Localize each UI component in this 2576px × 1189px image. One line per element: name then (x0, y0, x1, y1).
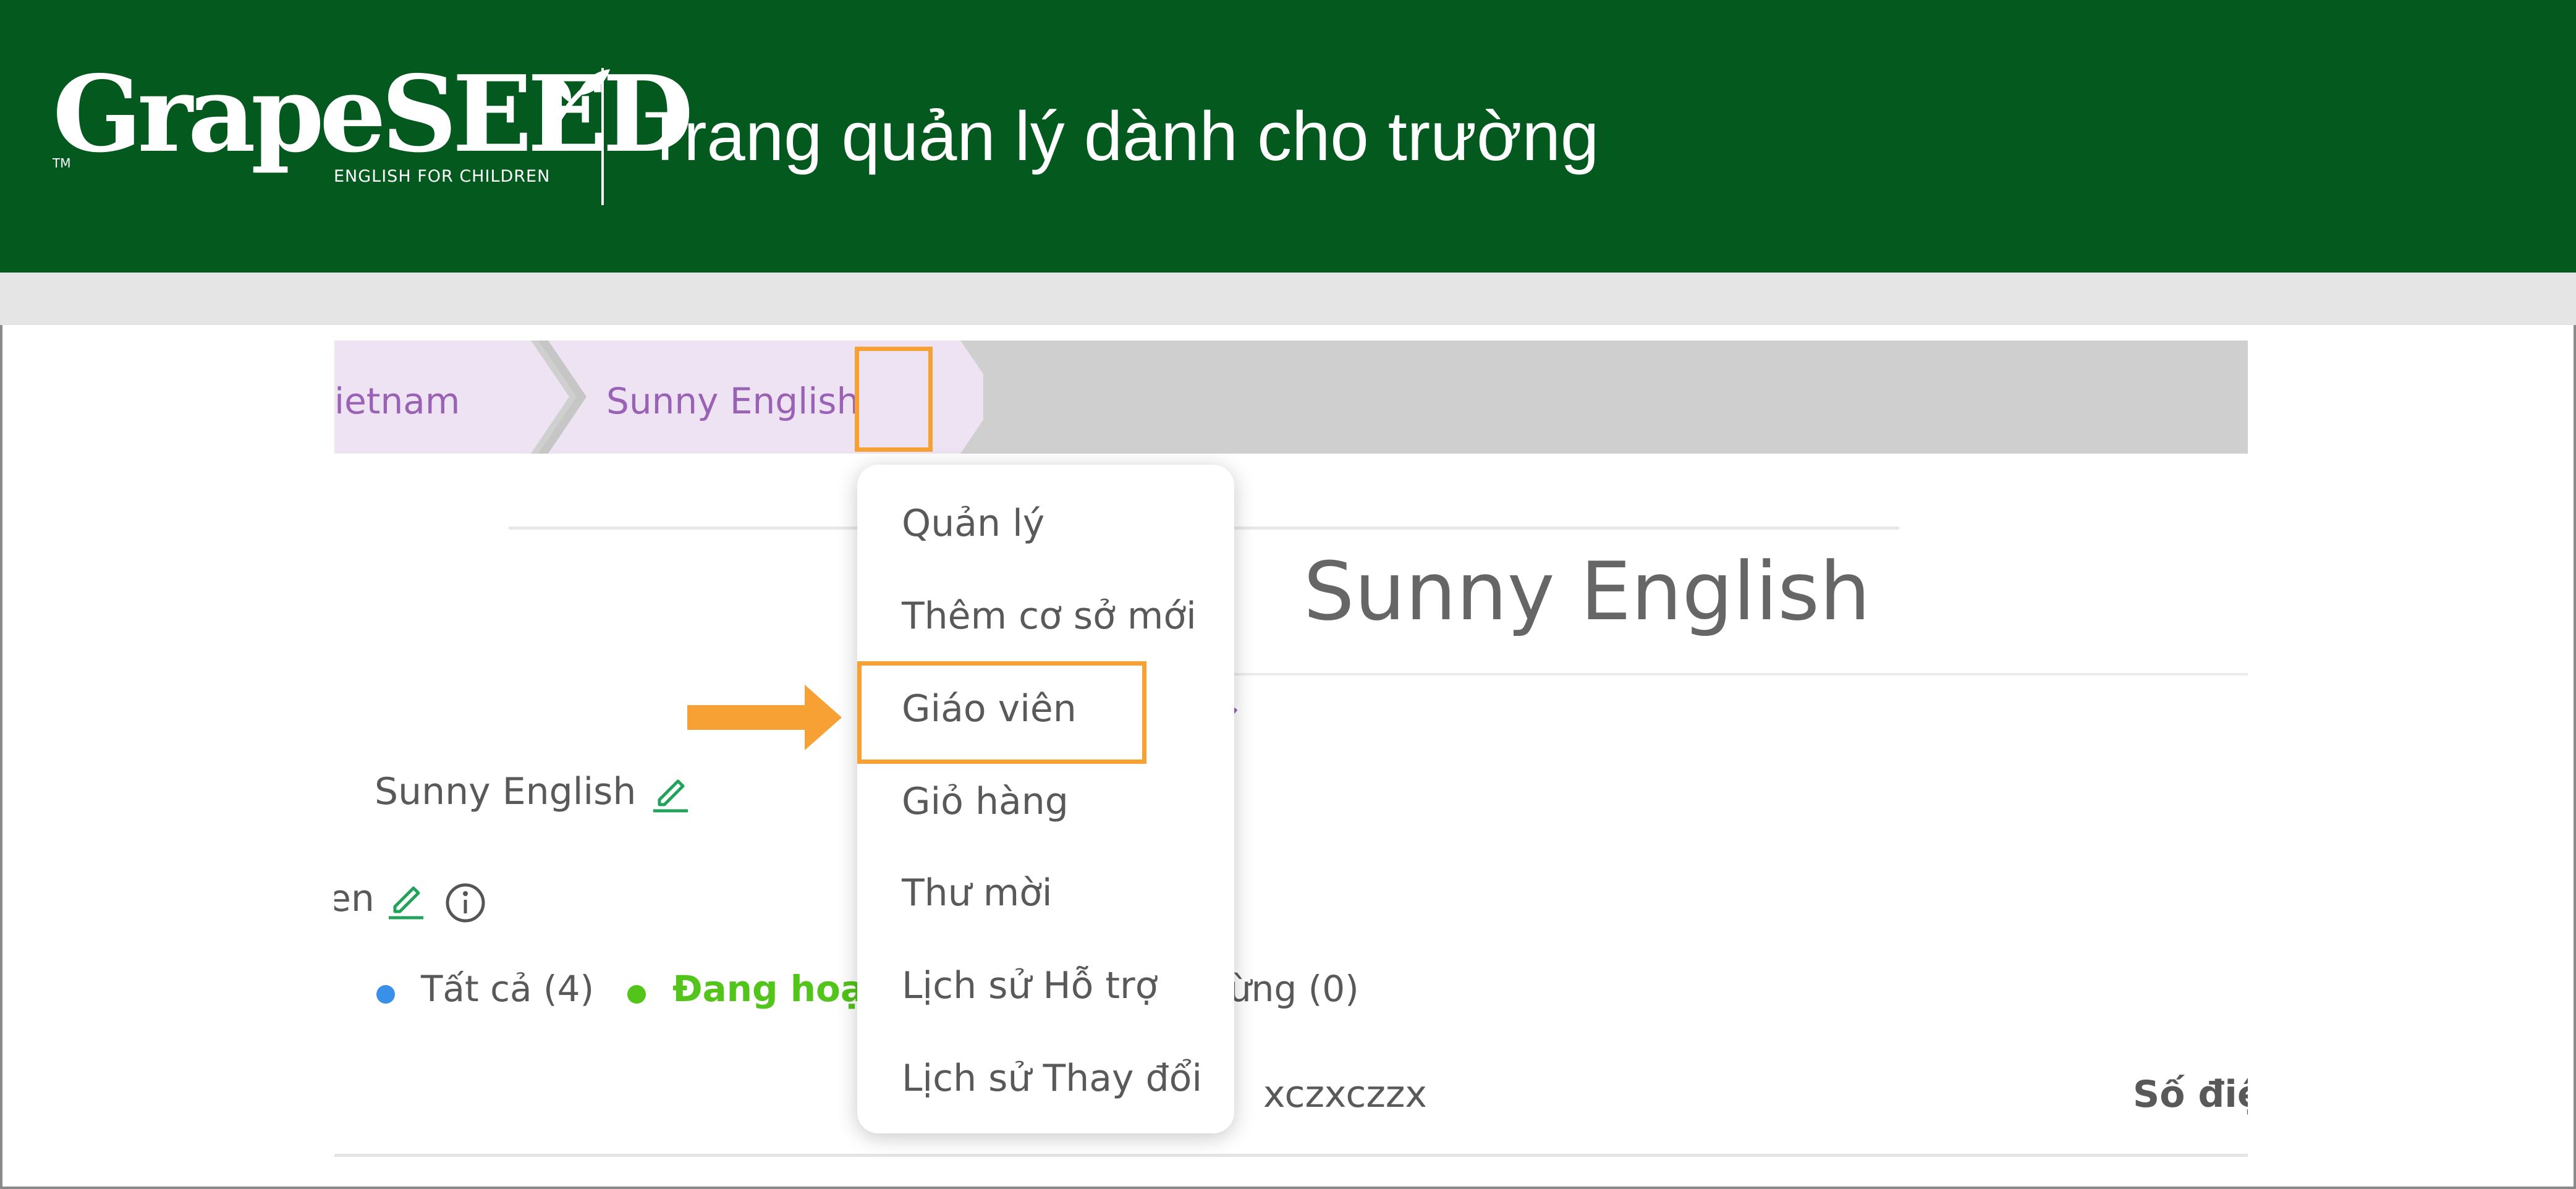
menu-item-cart[interactable]: Giỏ hàng (902, 780, 1069, 823)
divider (1231, 673, 2248, 675)
breadcrumb-item-school[interactable]: Sunny English (606, 380, 859, 422)
menu-item-add-campus[interactable]: Thêm cơ sở mới (902, 594, 1197, 638)
filter-all-dot (376, 985, 395, 1004)
dropdown-trigger-highlight (855, 347, 933, 452)
main-content: ietnam Sunny English Sunny English Sunny… (334, 325, 2248, 1189)
main-frame: ietnam Sunny English Sunny English Sunny… (0, 325, 2576, 1189)
arrow-right-icon (687, 685, 842, 750)
app-root: GrapeSEED TM ENGLISH FOR CHILDREN Trang … (0, 0, 2576, 1189)
table-divider (334, 1154, 2248, 1157)
filter-active[interactable]: Đang hoạ (672, 968, 865, 1010)
filter-active-dot (627, 985, 646, 1004)
breadcrumb-dropdown-menu: Quản lý Thêm cơ sở mới Giáo viên Giỏ hàn… (857, 465, 1234, 1133)
page-title: Sunny English (1303, 544, 1871, 638)
header-title: Trang quản lý dành cho trường (644, 98, 1599, 175)
menu-item-support-history[interactable]: Lịch sử Hỗ trợ (902, 964, 1158, 1007)
table-cell: xczxczzx (1263, 1073, 1427, 1116)
field-label-partial: en (334, 877, 375, 920)
menu-item-invitations[interactable]: Thư mời (902, 871, 1053, 915)
logo-tagline: ENGLISH FOR CHILDREN (334, 167, 551, 186)
teachers-item-highlight (857, 661, 1146, 764)
menu-item-manage[interactable]: Quản lý (902, 502, 1044, 545)
grapeseed-logo[interactable]: GrapeSEED TM ENGLISH FOR CHILDREN (53, 62, 693, 192)
menu-item-change-history[interactable]: Lịch sử Thay đổi (902, 1057, 1202, 1100)
column-header-phone: Số điệ (2133, 1073, 2248, 1116)
logo-trademark: TM (53, 156, 71, 171)
sprout-icon (551, 69, 610, 130)
school-name-value: Sunny English (375, 770, 637, 813)
header-divider (601, 68, 604, 205)
filter-all[interactable]: Tất cả (4) (421, 968, 594, 1010)
edit-icon[interactable] (650, 770, 693, 813)
subheader-strip (0, 273, 2576, 325)
top-header: GrapeSEED TM ENGLISH FOR CHILDREN Trang … (0, 0, 2576, 273)
info-icon[interactable] (444, 881, 487, 925)
edit-icon[interactable] (385, 877, 428, 920)
breadcrumb-item-region[interactable]: ietnam (334, 380, 460, 422)
